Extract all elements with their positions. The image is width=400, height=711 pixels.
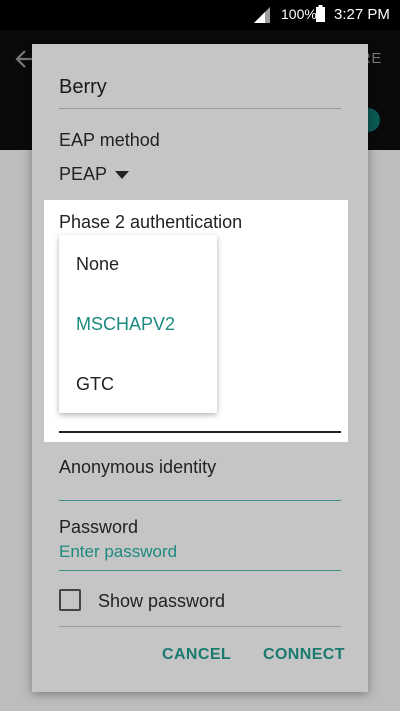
status-clock: 3:27 PM [334,6,390,23]
phase2-option-none[interactable]: None [59,235,217,294]
eap-method-value: PEAP [59,164,108,184]
cancel-button[interactable]: CANCEL [162,646,231,664]
show-password-label[interactable]: Show password [98,591,225,612]
show-password-checkbox[interactable] [59,589,81,611]
signal-icon [254,7,270,23]
anonymous-identity-input[interactable] [59,500,341,501]
anonymous-identity-label: Anonymous identity [59,457,217,477]
eap-method-label: EAP method [59,130,160,150]
dropdown-caret-icon [115,171,130,180]
status-bar: 100% 3:27 PM [0,0,400,30]
title-divider [59,108,341,109]
battery-icon [316,5,325,22]
phase2-underline [59,431,341,433]
dialog-title: Berry [59,76,107,98]
connect-button[interactable]: CONNECT [263,646,345,664]
password-input[interactable]: Enter password [59,542,177,562]
password-label: Password [59,517,139,537]
phase2-option-gtc[interactable]: GTC [59,355,217,414]
password-underline [59,570,341,571]
phase2-dropdown-menu: None MSCHAPV2 GTC [59,235,217,413]
battery-percentage: 100% [281,6,317,22]
eap-method-dropdown[interactable]: PEAP [59,164,130,185]
phase2-authentication-label: Phase 2 authentication [59,212,243,232]
buttons-divider [59,626,341,627]
phase2-authentication-field: Phase 2 authentication None MSCHAPV2 GTC [44,200,348,442]
phase2-option-mschapv2[interactable]: MSCHAPV2 [59,295,217,354]
